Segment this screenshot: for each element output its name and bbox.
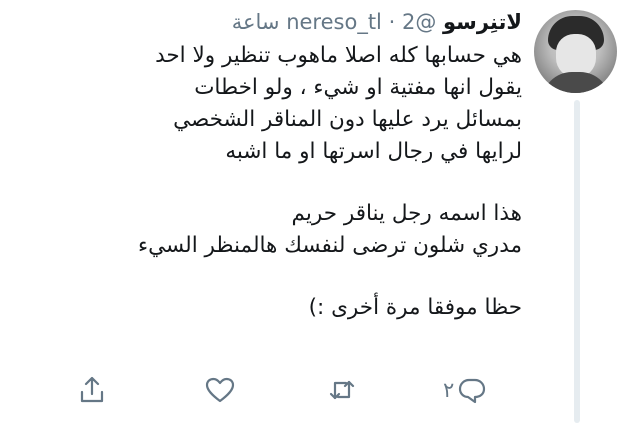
tweet-text-line: بمسائل يرد عليها دون المناقر الشخصي — [173, 107, 522, 132]
tweet-text-line: لرايها في رجال اسرتها او ما اشبه — [225, 139, 522, 164]
like-button[interactable] — [204, 370, 236, 410]
retweet-button[interactable] — [326, 370, 358, 410]
retweet-icon — [329, 380, 355, 400]
tweet-text-line: مدري شلون ترضى لنفسك هالمنظر السيء — [137, 233, 522, 258]
tweet-header: لاتنِرسو @nereso_tl · 2 ساعة — [232, 6, 522, 38]
tweet-actions: ٢ — [0, 370, 639, 410]
tweet[interactable]: لاتنِرسو @nereso_tl · 2 ساعة هي حسابها ك… — [0, 0, 639, 423]
tweet-text: هي حسابها كله اصلا ماهوب تنظير ولا احد ي… — [7, 40, 522, 324]
tweet-text-line: هذا اسمه رجل يناقر حريم — [291, 201, 522, 226]
tweet-text-line: حظا موفقا مرة أخرى :) — [308, 295, 522, 320]
heart-icon — [205, 377, 235, 403]
reply-icon — [459, 378, 486, 404]
avatar[interactable] — [534, 10, 617, 93]
reply-button[interactable]: ٢ — [443, 370, 488, 410]
separator-dot: · — [388, 10, 396, 34]
author-name[interactable]: لاتنِرسو — [443, 10, 522, 34]
tweet-text-line: يقول انها مفتية او شيء ، ولو اخطات — [194, 75, 522, 100]
tweet-text-line: هي حسابها كله اصلا ماهوب تنظير ولا احد — [155, 43, 522, 68]
avatar-body — [542, 72, 610, 93]
reply-count: ٢ — [443, 378, 455, 402]
share-button[interactable] — [76, 370, 108, 410]
share-icon — [80, 376, 104, 403]
